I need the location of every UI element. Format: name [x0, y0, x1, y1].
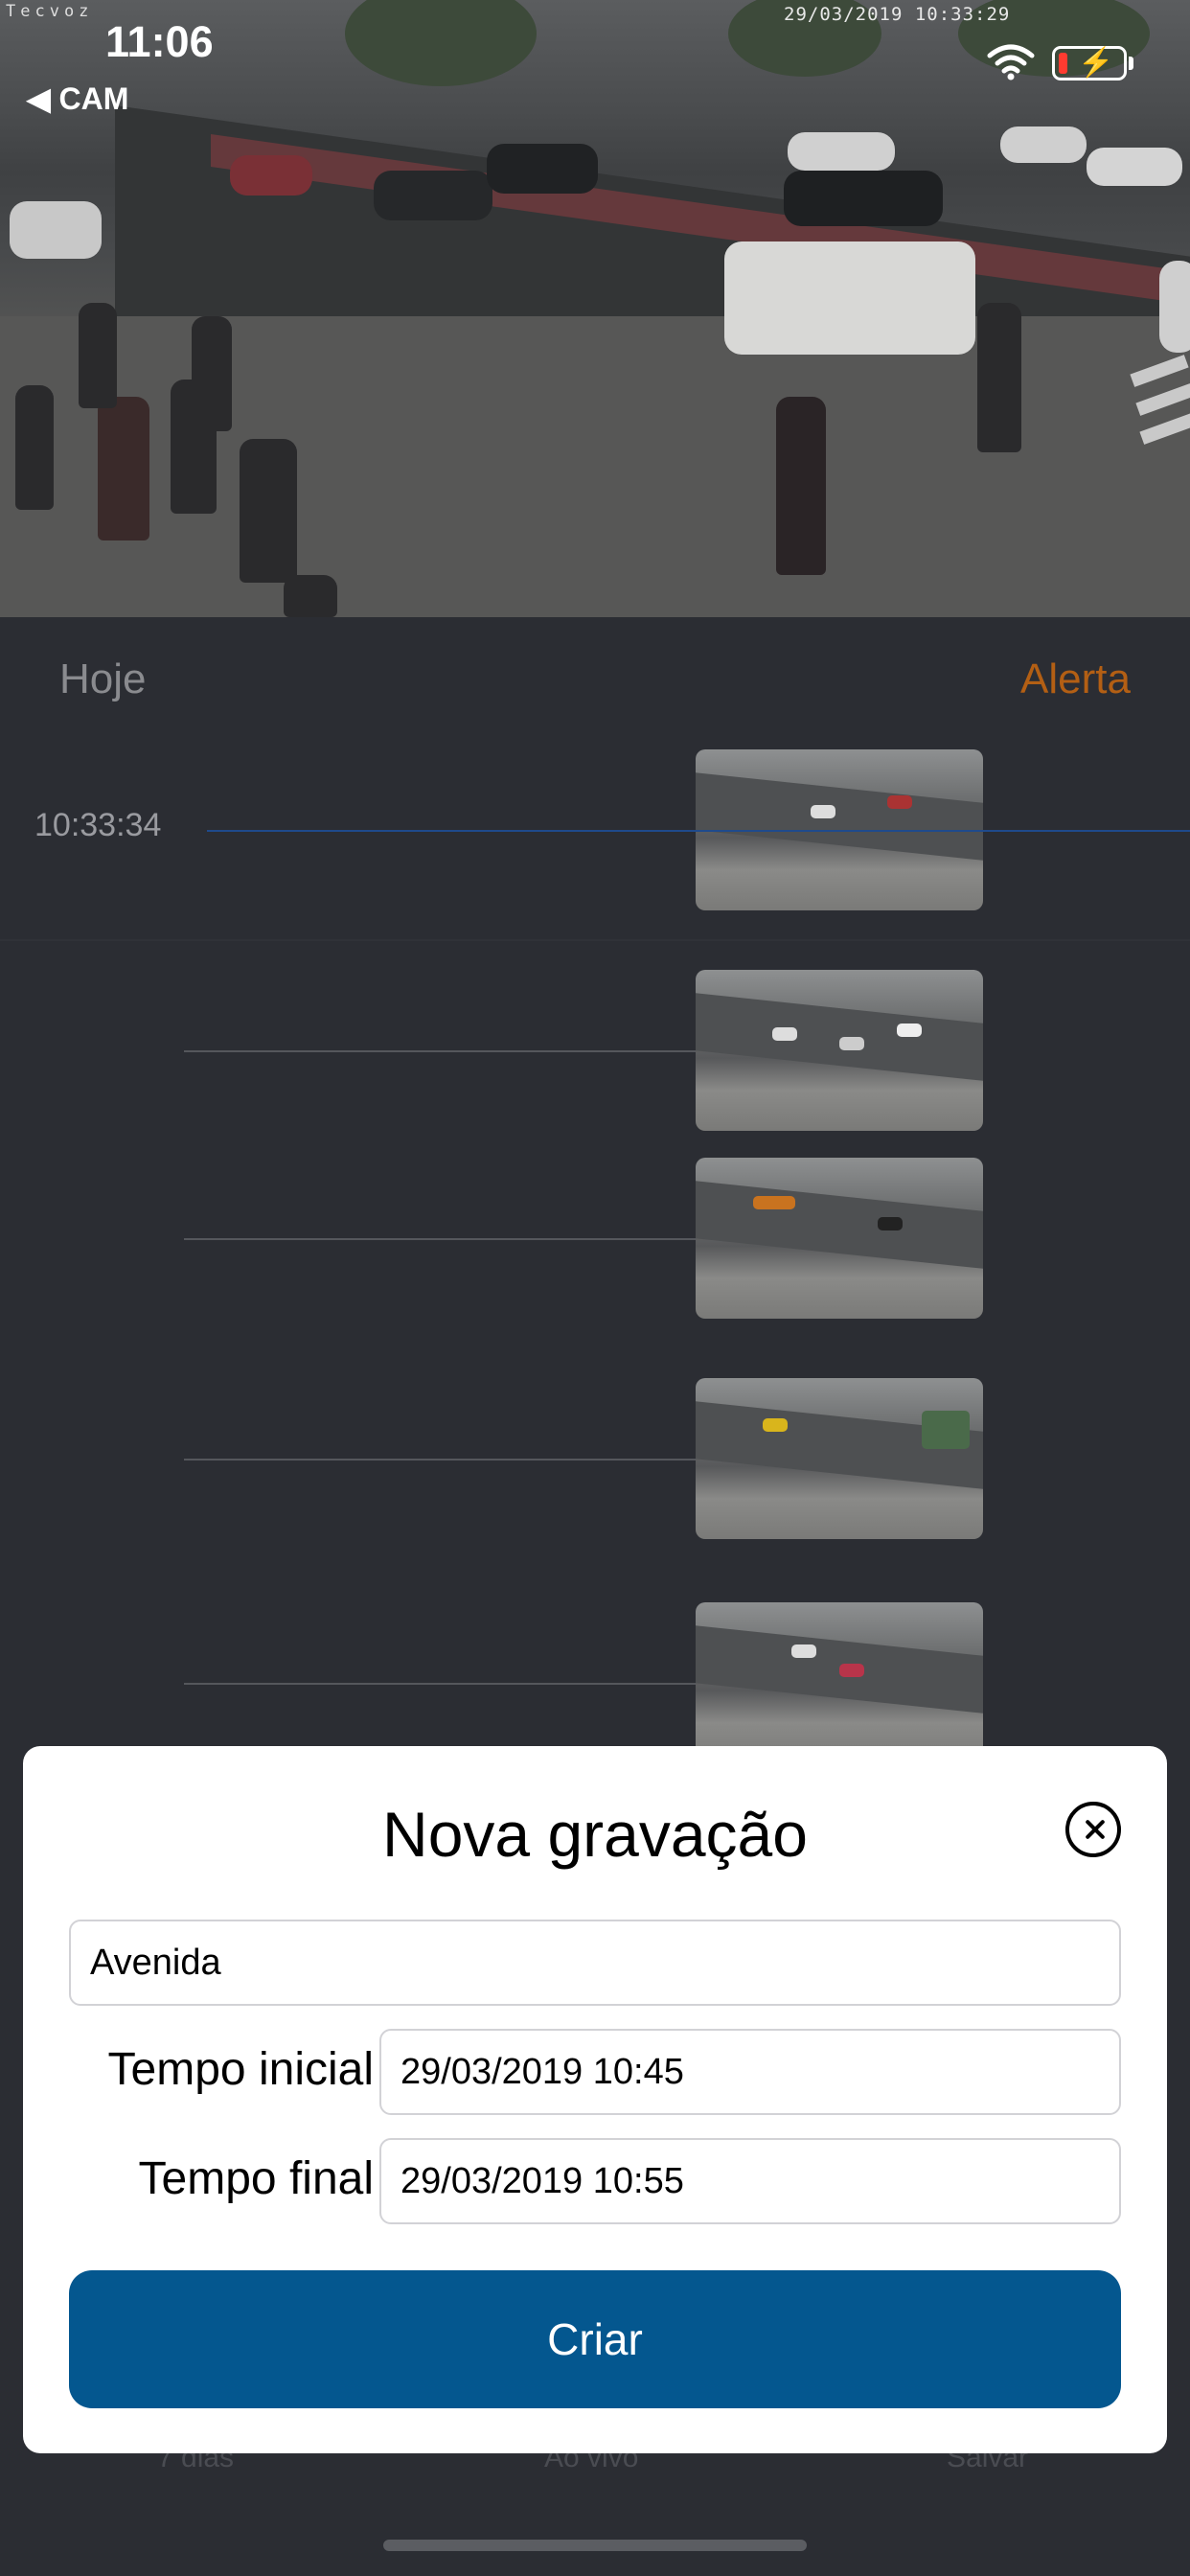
feed-pedestrian [977, 303, 1021, 452]
recording-thumbnail[interactable] [696, 970, 983, 1131]
feed-pedestrian [79, 303, 117, 408]
home-indicator [383, 2540, 807, 2551]
camera-feed[interactable]: Tecvoz 29/03/2019 10:33:29 [0, 0, 1190, 617]
start-time-label: Tempo inicial [107, 2044, 374, 2095]
tab-today[interactable]: Hoje [59, 656, 147, 703]
feed-van [10, 201, 102, 259]
feed-car [784, 171, 943, 226]
feed-pedestrian [240, 439, 297, 583]
recording-thumbnail[interactable] [696, 1378, 983, 1539]
wifi-icon [987, 44, 1035, 80]
feed-pedestrian [98, 397, 149, 540]
battery-cap [1129, 57, 1133, 70]
timeline-tick [184, 1459, 696, 1460]
timeline-tick [184, 1683, 696, 1685]
timeline-tick [184, 1050, 696, 1052]
feed-car [487, 144, 598, 194]
feed-car [230, 155, 312, 196]
recording-thumbnail[interactable] [696, 1602, 983, 1763]
status-time: 11:06 [105, 17, 214, 66]
feed-pedestrian [192, 316, 232, 431]
start-time-field[interactable]: 29/03/2019 10:45 [379, 2029, 1121, 2115]
feed-car [788, 132, 895, 171]
feed-pedestrian [15, 385, 54, 510]
end-time-field[interactable]: 29/03/2019 10:55 [379, 2138, 1121, 2224]
recording-thumbnail[interactable] [696, 1158, 983, 1319]
row-divider [0, 939, 1190, 941]
filter-row: Hoje Alerta [0, 617, 1190, 742]
status-bar: 11:06 ◀ CAM ⚡ [0, 0, 1190, 116]
feed-car [1000, 126, 1087, 163]
create-button[interactable]: Criar [69, 2270, 1121, 2408]
new-recording-dialog: Nova gravação Avenida Tempo inicial 29/0… [23, 1746, 1167, 2453]
timeline-tick [184, 1238, 696, 1240]
feed-car [1159, 261, 1190, 353]
close-circle-icon[interactable] [1065, 1802, 1121, 1857]
feed-pedestrian [284, 575, 337, 617]
dialog-title: Nova gravação [382, 1799, 808, 1870]
current-time-label: 10:33:34 [34, 807, 162, 843]
recording-name-field[interactable]: Avenida [69, 1920, 1121, 2006]
current-time-line [207, 830, 1190, 832]
recordings-timeline[interactable]: 10:33:34 [0, 742, 1190, 1763]
tab-alert[interactable]: Alerta [1020, 656, 1131, 703]
battery-charging-icon: ⚡ [1052, 46, 1127, 80]
feed-car [374, 171, 492, 220]
end-time-label: Tempo final [138, 2153, 374, 2204]
feed-pedestrian [776, 397, 826, 575]
back-to-app-button[interactable]: ◀ CAM [27, 80, 128, 117]
feed-taxi [724, 242, 975, 355]
feed-car [1087, 148, 1182, 186]
